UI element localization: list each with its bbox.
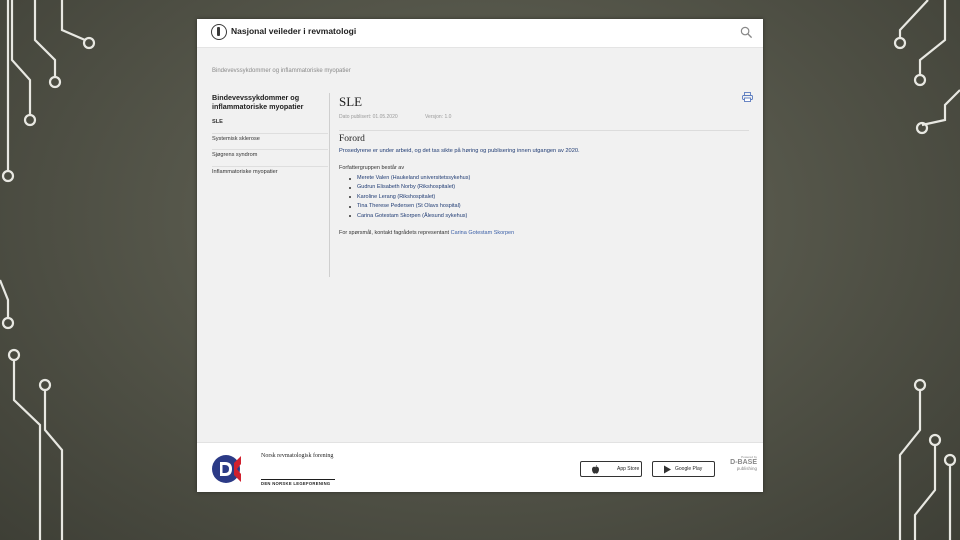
- list-item: Carina Gotestam Skorpen (Ålesund sykehus…: [349, 212, 749, 221]
- meta-info: Dato publisert: 01.05.2020 Versjon: 1.0: [339, 114, 749, 122]
- list-item: Karoline Lerang (Rikshospitalet): [349, 193, 749, 202]
- dbase-logo[interactable]: Powered by D-BASE publishing: [725, 455, 757, 483]
- app-screenshot: Nasjonal veileder i revmatologi Bindevev…: [197, 19, 763, 492]
- main-content: SLE Dato publisert: 01.05.2020 Versjon: …: [339, 93, 749, 236]
- play-icon: [664, 465, 671, 474]
- apple-icon: [592, 465, 599, 474]
- search-icon[interactable]: [740, 26, 753, 39]
- section-title: Forord: [339, 130, 749, 144]
- dbase-name: D-BASE: [730, 459, 757, 466]
- page-title: SLE: [339, 94, 363, 109]
- date-published: Dato publisert: 01.05.2020: [339, 114, 398, 120]
- nrf-logo-icon[interactable]: [211, 454, 241, 484]
- sidebar-item-sjogrens-syndrom[interactable]: Sjøgrens syndrom: [212, 150, 328, 167]
- caduceus-icon[interactable]: [211, 24, 227, 40]
- sidebar-item-sle[interactable]: SLE: [212, 117, 328, 134]
- contact-label: For spørsmål, kontakt fagrådets represen…: [339, 230, 450, 237]
- list-item: Merete Valen (Haukeland universitetssyke…: [349, 174, 749, 183]
- org-name: Norsk revmatologisk forening: [261, 453, 334, 459]
- list-item: Gudrun Elisabeth Norby (Rikshospitalet): [349, 183, 749, 192]
- contact-link[interactable]: Carina Gotestam Skorpen: [451, 230, 515, 236]
- sidebar-divider: [329, 93, 330, 277]
- author-list: Merete Valen (Haukeland universitetssyke…: [339, 174, 749, 221]
- app-store-label: App Store: [617, 466, 640, 472]
- org-subtitle: DEN NORSKE LEGEFORENING: [261, 479, 335, 486]
- site-title[interactable]: Nasjonal veileder i revmatologi: [231, 26, 356, 36]
- list-item: Tina Therese Pedersen (St Olavs hospital…: [349, 202, 749, 211]
- group-intro: Forfattergruppen består av: [339, 165, 405, 171]
- contact-text: For spørsmål, kontakt fagrådets represen…: [339, 230, 749, 236]
- foreword-text: Prosedyrene er under arbeid, og det tas …: [339, 148, 580, 154]
- footer: Norsk revmatologisk forening DEN NORSKE …: [197, 442, 763, 492]
- sidebar: Bindevevssykdommer og inflammatoriske my…: [212, 93, 328, 183]
- sidebar-item-systemisk-sklerose[interactable]: Systemisk sklerose: [212, 134, 328, 150]
- dbase-publishing: publishing: [736, 466, 757, 471]
- breadcrumb[interactable]: Bindevevssykdommer og inflammatoriske my…: [212, 68, 351, 74]
- sidebar-item-inflammatoriske-myopatier[interactable]: Inflammatoriske myopatier: [212, 167, 328, 184]
- app-store-button[interactable]: App Store: [580, 461, 642, 477]
- google-play-label: Google Play: [675, 466, 703, 472]
- top-bar: Nasjonal veileder i revmatologi: [197, 19, 763, 48]
- google-play-button[interactable]: Google Play: [652, 461, 715, 477]
- print-icon[interactable]: [742, 92, 753, 102]
- version: Versjon: 1.0: [425, 114, 452, 120]
- sidebar-title: Bindevevssykdommer og inflammatoriske my…: [212, 93, 304, 111]
